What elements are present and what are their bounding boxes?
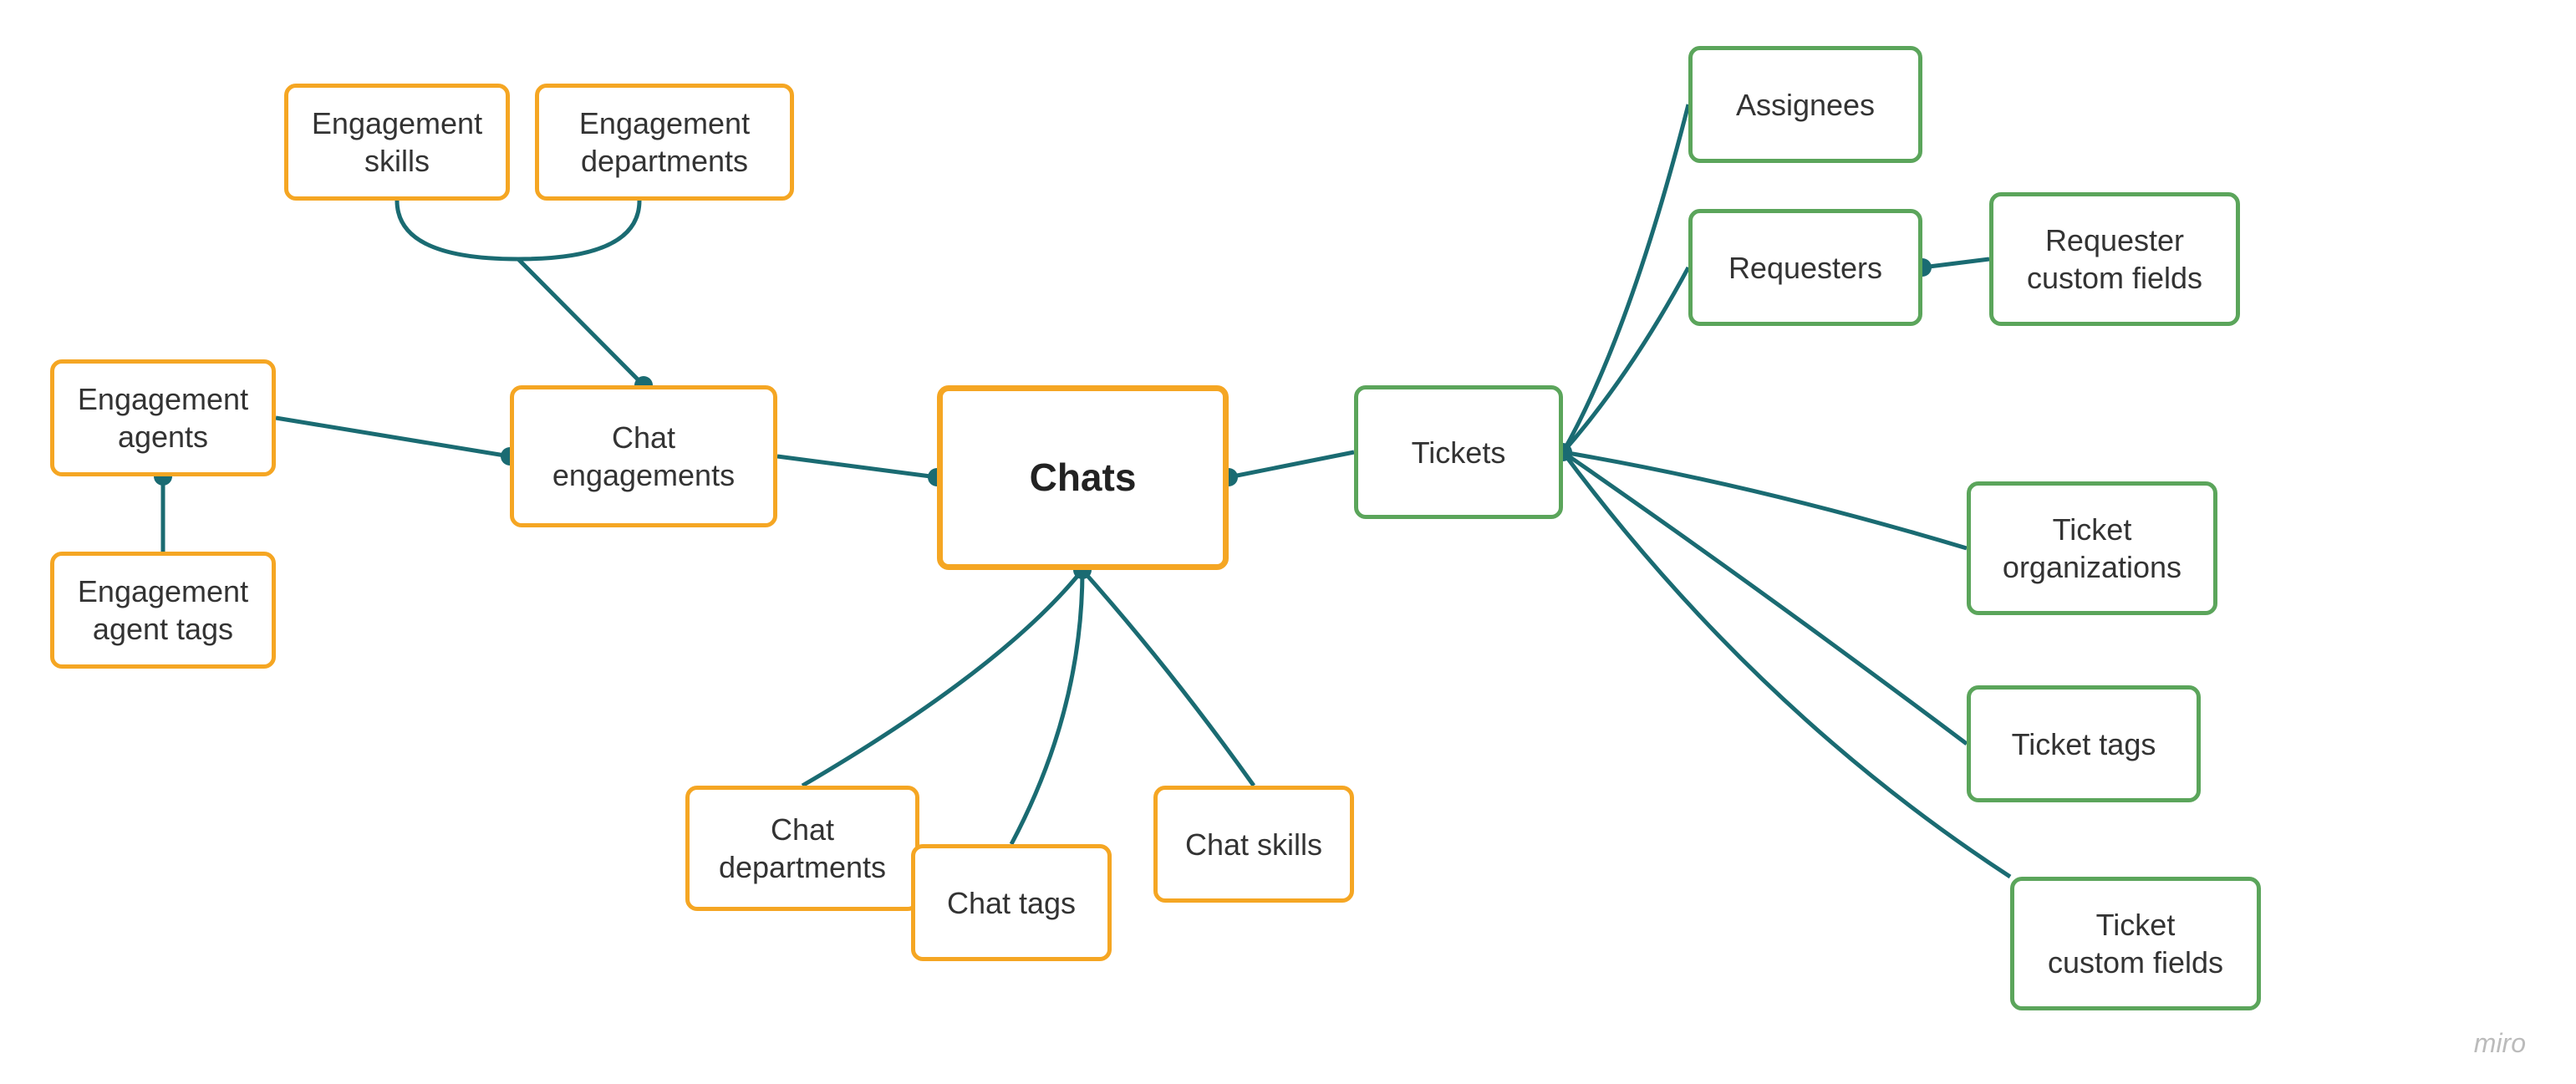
- ticket-tags-node: Ticket tags: [1967, 685, 2201, 802]
- ticket-tags-label: Ticket tags: [2012, 725, 2156, 763]
- ticket-organizations-node: Ticketorganizations: [1967, 481, 2217, 615]
- tickets-node: Tickets: [1354, 385, 1563, 519]
- chat-tags-label: Chat tags: [947, 884, 1076, 922]
- chat-engagements-node: Chatengagements: [510, 385, 777, 527]
- engagement-departments-node: Engagementdepartments: [535, 84, 794, 201]
- chat-departments-label: Chatdepartments: [719, 811, 886, 886]
- ticket-custom-fields-label: Ticketcustom fields: [2048, 906, 2223, 981]
- chats-label: Chats: [1030, 454, 1137, 502]
- engagement-skills-node: Engagementskills: [284, 84, 510, 201]
- requesters-label: Requesters: [1728, 249, 1882, 287]
- chat-tags-node: Chat tags: [911, 844, 1112, 961]
- chat-skills-label: Chat skills: [1185, 826, 1322, 863]
- engagement-agents-label: Engagementagents: [78, 380, 248, 455]
- assignees-node: Assignees: [1688, 46, 1922, 163]
- miro-watermark: miro: [2474, 1028, 2526, 1059]
- assignees-label: Assignees: [1736, 86, 1875, 124]
- requesters-node: Requesters: [1688, 209, 1922, 326]
- ticket-organizations-label: Ticketorganizations: [2003, 511, 2181, 586]
- engagement-agent-tags-node: Engagementagent tags: [50, 552, 276, 669]
- chat-departments-node: Chatdepartments: [685, 786, 919, 911]
- chats-node: Chats: [937, 385, 1229, 570]
- engagement-skills-label: Engagementskills: [312, 104, 482, 180]
- ticket-custom-fields-node: Ticketcustom fields: [2010, 877, 2261, 1010]
- requester-custom-fields-label: Requestercustom fields: [2027, 221, 2202, 297]
- chat-skills-node: Chat skills: [1153, 786, 1354, 903]
- tickets-label: Tickets: [1412, 434, 1506, 471]
- requester-custom-fields-node: Requestercustom fields: [1989, 192, 2240, 326]
- engagement-departments-label: Engagementdepartments: [579, 104, 750, 180]
- engagement-agents-node: Engagementagents: [50, 359, 276, 476]
- engagement-agent-tags-label: Engagementagent tags: [78, 573, 248, 648]
- chat-engagements-label: Chatengagements: [552, 419, 735, 494]
